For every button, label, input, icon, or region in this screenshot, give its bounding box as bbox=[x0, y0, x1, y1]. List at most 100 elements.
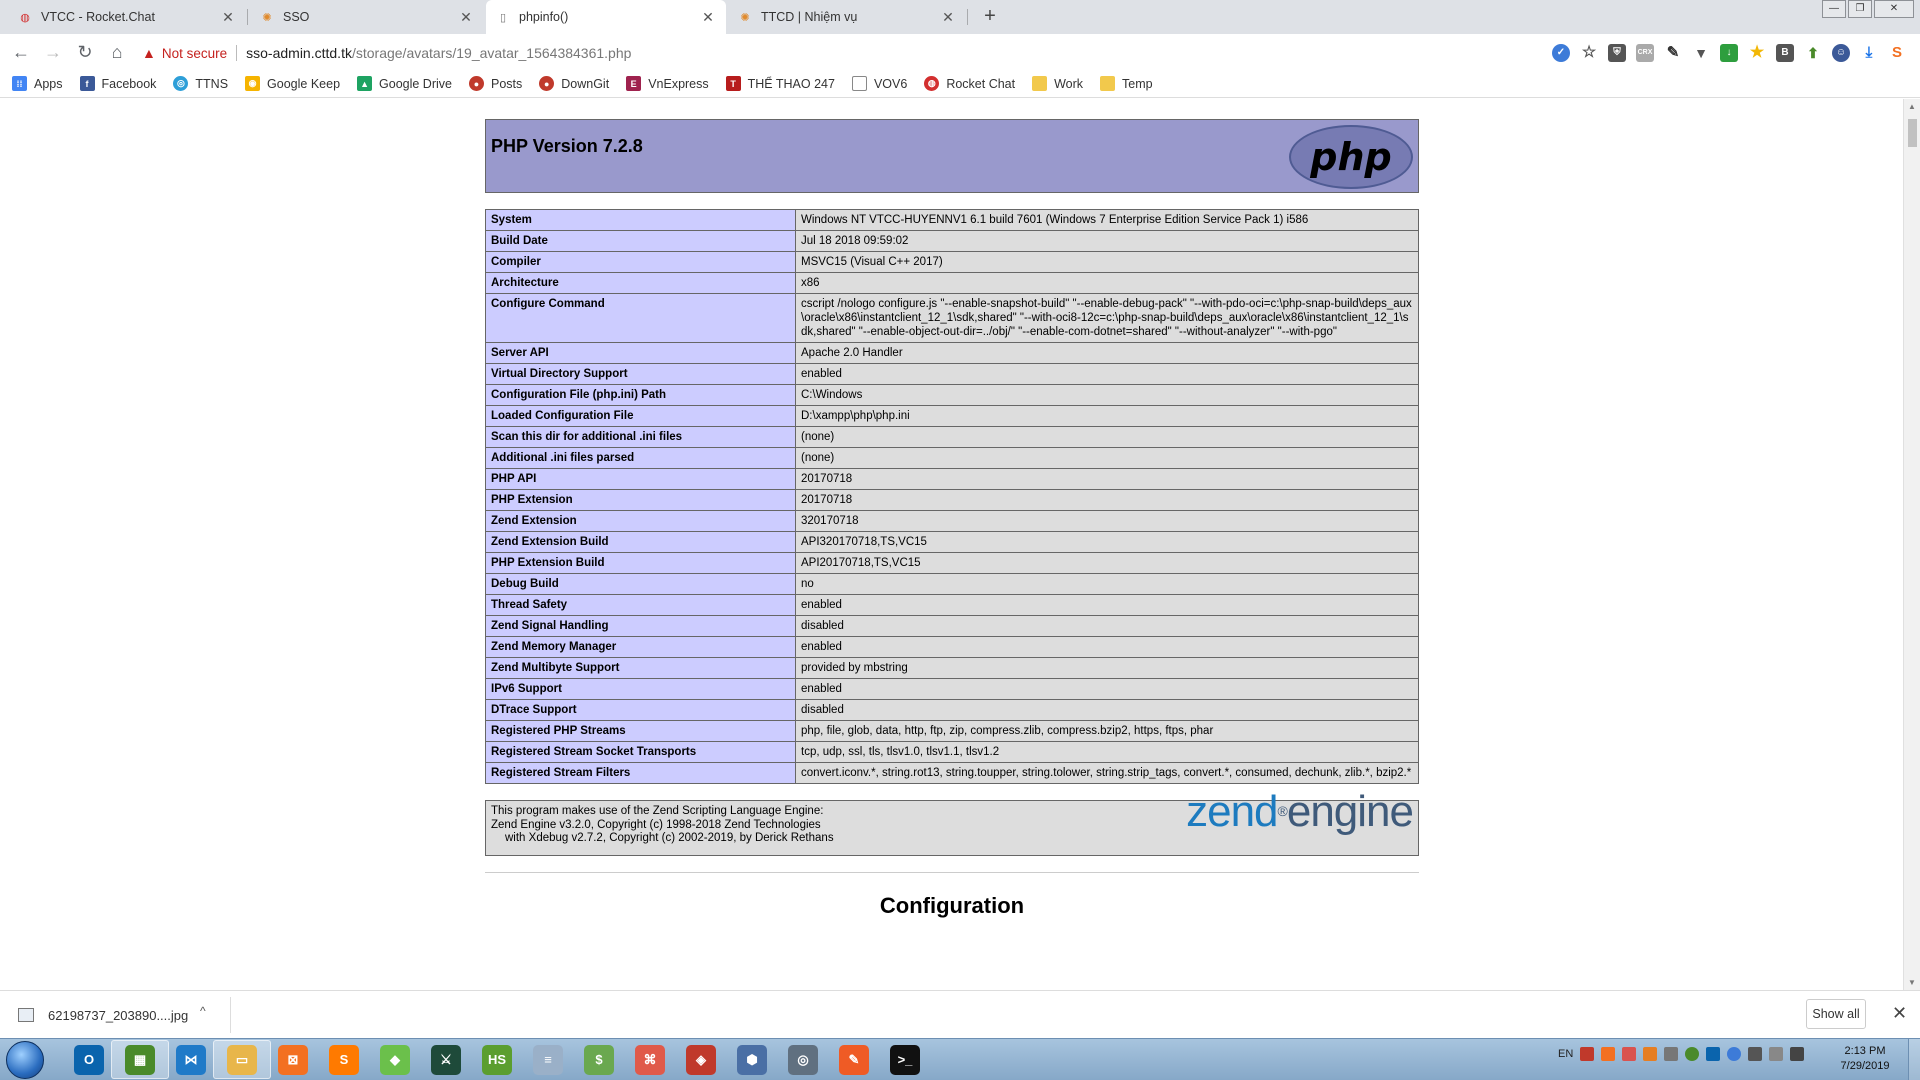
tab-close-icon[interactable]: ✕ bbox=[220, 9, 236, 26]
vertical-scrollbar[interactable]: ▲ ▼ bbox=[1903, 99, 1920, 990]
taskbar-app-database[interactable]: ≡ bbox=[519, 1040, 577, 1079]
taskbar-app-chart-app[interactable]: ▦ bbox=[111, 1040, 169, 1079]
php-info-value: API320170718,TS,VC15 bbox=[795, 531, 1419, 553]
tab-close-icon[interactable]: ✕ bbox=[940, 9, 956, 26]
tab-sso[interactable]: ✺ SSO ✕ bbox=[250, 0, 484, 34]
back-button[interactable]: ← bbox=[9, 41, 33, 65]
taskbar-app-vscode[interactable]: ⋈ bbox=[162, 1040, 220, 1079]
bookmark-temp[interactable]: Temp bbox=[1100, 76, 1153, 91]
chevron-up-icon[interactable]: ^ bbox=[200, 1004, 206, 1018]
bookmark-thethao[interactable]: T THỂ THAO 247 bbox=[725, 76, 835, 91]
security-label[interactable]: Not secure bbox=[162, 46, 227, 61]
language-indicator[interactable]: EN bbox=[1558, 1048, 1573, 1060]
taskbar-app-swift[interactable]: ⌘ bbox=[621, 1040, 679, 1079]
taskbar-app-virtualbox[interactable]: ⬢ bbox=[723, 1040, 781, 1079]
outlook-tray-icon[interactable] bbox=[1706, 1047, 1721, 1061]
new-tab-button[interactable]: + bbox=[978, 5, 1002, 29]
php-info-row: Thread Safety enabled bbox=[485, 594, 1419, 616]
apps-grid-icon: ⁞⁞ bbox=[12, 76, 27, 91]
address-bar[interactable]: ▲ Not secure sso-admin.cttd.tk/storage/a… bbox=[142, 40, 1542, 66]
bookmark-google-keep[interactable]: ◉ Google Keep bbox=[245, 76, 340, 91]
dropper-icon[interactable]: ✎ bbox=[1664, 44, 1682, 62]
scroll-down-icon[interactable]: ▼ bbox=[1908, 978, 1916, 987]
vpn-icon[interactable]: ▼ bbox=[1692, 44, 1710, 62]
scroll-up-icon[interactable]: ▲ bbox=[1908, 102, 1916, 111]
globe-icon: ◎ bbox=[173, 76, 189, 91]
reload-button[interactable]: ↻ bbox=[73, 41, 97, 65]
page-icon bbox=[851, 76, 867, 91]
taskbar-app-explorer[interactable]: ▭ bbox=[213, 1040, 271, 1079]
bookmark-rocket-chat[interactable]: ◍ Rocket Chat bbox=[924, 76, 1015, 91]
bookmark-ttns[interactable]: ◎ TTNS bbox=[173, 76, 228, 91]
start-button[interactable] bbox=[6, 1041, 44, 1079]
taskbar-app-redis[interactable]: ◈ bbox=[672, 1040, 730, 1079]
bookmark-star-icon[interactable]: ☆ bbox=[1580, 44, 1598, 62]
close-window-button[interactable]: ✕ bbox=[1874, 0, 1914, 18]
menu-extension-icon[interactable]: S bbox=[1888, 44, 1906, 62]
vscode-icon: ⋈ bbox=[176, 1044, 206, 1075]
taskbar-app-gitkraken[interactable]: ⚔ bbox=[417, 1040, 475, 1079]
php-info-row: Debug Build no bbox=[485, 573, 1419, 595]
network-icon[interactable] bbox=[1769, 1047, 1784, 1061]
taskbar-app-heidisql[interactable]: HS bbox=[468, 1040, 526, 1079]
download-helper-icon[interactable]: ↓ bbox=[1720, 44, 1738, 62]
bookmark-vnexpress[interactable]: E VnExpress bbox=[626, 76, 709, 91]
b-extension-icon[interactable]: B bbox=[1776, 44, 1794, 62]
forward-button[interactable]: → bbox=[41, 41, 65, 65]
close-icon[interactable]: ✕ bbox=[1892, 1003, 1907, 1024]
tab-phpinfo[interactable]: ▯ phpinfo() ✕ bbox=[486, 0, 726, 34]
bookmark-label: DownGit bbox=[561, 76, 610, 91]
show-desktop-button[interactable] bbox=[1908, 1039, 1920, 1080]
v-tray-icon[interactable] bbox=[1622, 1047, 1637, 1061]
taskbar-app-sublime[interactable]: S bbox=[315, 1040, 373, 1079]
taskbar-app-postman[interactable]: ✎ bbox=[825, 1040, 883, 1079]
zend-engine-box: This program makes use of the Zend Scrip… bbox=[485, 790, 1419, 856]
restore-button[interactable]: ❐ bbox=[1848, 0, 1872, 18]
volume-icon[interactable] bbox=[1790, 1047, 1805, 1061]
shield-extension-icon[interactable]: ⛨ bbox=[1608, 44, 1626, 62]
tab-rocket-chat[interactable]: ◍ VTCC - Rocket.Chat ✕ bbox=[8, 0, 246, 34]
minimize-button[interactable]: — bbox=[1822, 0, 1846, 18]
taskbar-app-outlook[interactable]: O bbox=[60, 1040, 118, 1079]
bookmark-google-drive[interactable]: ▲ Google Drive bbox=[357, 76, 452, 91]
bookmark-vov6[interactable]: VOV6 bbox=[851, 76, 907, 91]
database-icon: ≡ bbox=[533, 1044, 563, 1075]
tab-close-icon[interactable]: ✕ bbox=[700, 9, 716, 26]
taskbar-app-money[interactable]: $ bbox=[570, 1040, 628, 1079]
show-all-button[interactable]: Show all bbox=[1806, 999, 1866, 1029]
crx-icon[interactable]: CRX bbox=[1636, 44, 1654, 62]
downloads-icon[interactable]: ⤓ bbox=[1860, 44, 1878, 62]
antivirus-icon[interactable] bbox=[1580, 1047, 1595, 1061]
lastpass-icon[interactable]: ✓ bbox=[1552, 44, 1570, 62]
profile-avatar-icon[interactable]: ☺ bbox=[1832, 44, 1850, 62]
check-tray-icon[interactable] bbox=[1685, 1047, 1700, 1061]
star-extension-icon[interactable]: ★ bbox=[1748, 44, 1766, 62]
php-info-row: Registered Stream Filters convert.iconv.*… bbox=[485, 762, 1419, 784]
clock-time: 2:13 PM bbox=[1844, 1045, 1886, 1057]
tab-close-icon[interactable]: ✕ bbox=[458, 9, 474, 26]
home-button[interactable]: ⌂ bbox=[105, 41, 129, 65]
taskbar-app-git-kraken[interactable]: ◆ bbox=[366, 1040, 424, 1079]
hs-tray-icon[interactable] bbox=[1643, 1047, 1658, 1061]
sync-tray-icon[interactable] bbox=[1727, 1047, 1742, 1061]
terminal-icon: >_ bbox=[890, 1044, 920, 1075]
scrollbar-thumb[interactable] bbox=[1908, 119, 1917, 147]
xampp-tray-icon[interactable] bbox=[1601, 1047, 1616, 1061]
taskbar-app-vpn[interactable]: ◎ bbox=[774, 1040, 832, 1079]
php-info-row: Zend Memory Manager enabled bbox=[485, 636, 1419, 658]
download-item[interactable]: 62198737_203890....jpg bbox=[18, 1001, 188, 1029]
bookmark-apps[interactable]: ⁞⁞ Apps bbox=[12, 76, 63, 91]
bookmark-work[interactable]: Work bbox=[1032, 76, 1083, 91]
php-info-value: MSVC15 (Visual C++ 2017) bbox=[795, 251, 1419, 273]
bookmark-facebook[interactable]: f Facebook bbox=[79, 76, 156, 91]
bookmark-downgit[interactable]: ● DownGit bbox=[539, 76, 609, 91]
tab-ttcd[interactable]: ✺ TTCD | Nhiệm vụ ✕ bbox=[728, 0, 966, 34]
git-kraken-icon: ◆ bbox=[380, 1044, 410, 1075]
taskbar-app-xampp[interactable]: ⊠ bbox=[264, 1040, 322, 1079]
db-tray-icon[interactable] bbox=[1664, 1047, 1679, 1061]
taskbar-app-terminal[interactable]: >_ bbox=[876, 1040, 934, 1079]
arrow-up-extension-icon[interactable]: ⬆ bbox=[1804, 44, 1822, 62]
clock[interactable]: 2:13 PM 7/29/2019 bbox=[1830, 1044, 1900, 1074]
bookmark-posts[interactable]: ● Posts bbox=[468, 76, 522, 91]
flag-icon[interactable] bbox=[1748, 1047, 1763, 1061]
